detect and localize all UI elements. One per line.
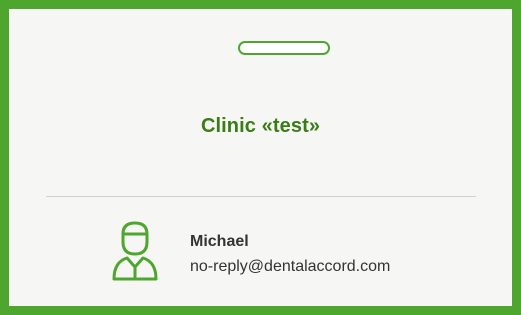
user-email: no-reply@dentalaccord.com	[190, 258, 391, 275]
doctor-user-icon	[110, 220, 160, 282]
divider	[46, 196, 476, 197]
clinic-badge-card: Clinic «test» Michael no-reply@dentalacc…	[0, 0, 521, 315]
clinic-title: Clinic «test»	[200, 115, 321, 137]
user-name: Michael	[190, 233, 249, 250]
lanyard-slot	[238, 41, 330, 55]
